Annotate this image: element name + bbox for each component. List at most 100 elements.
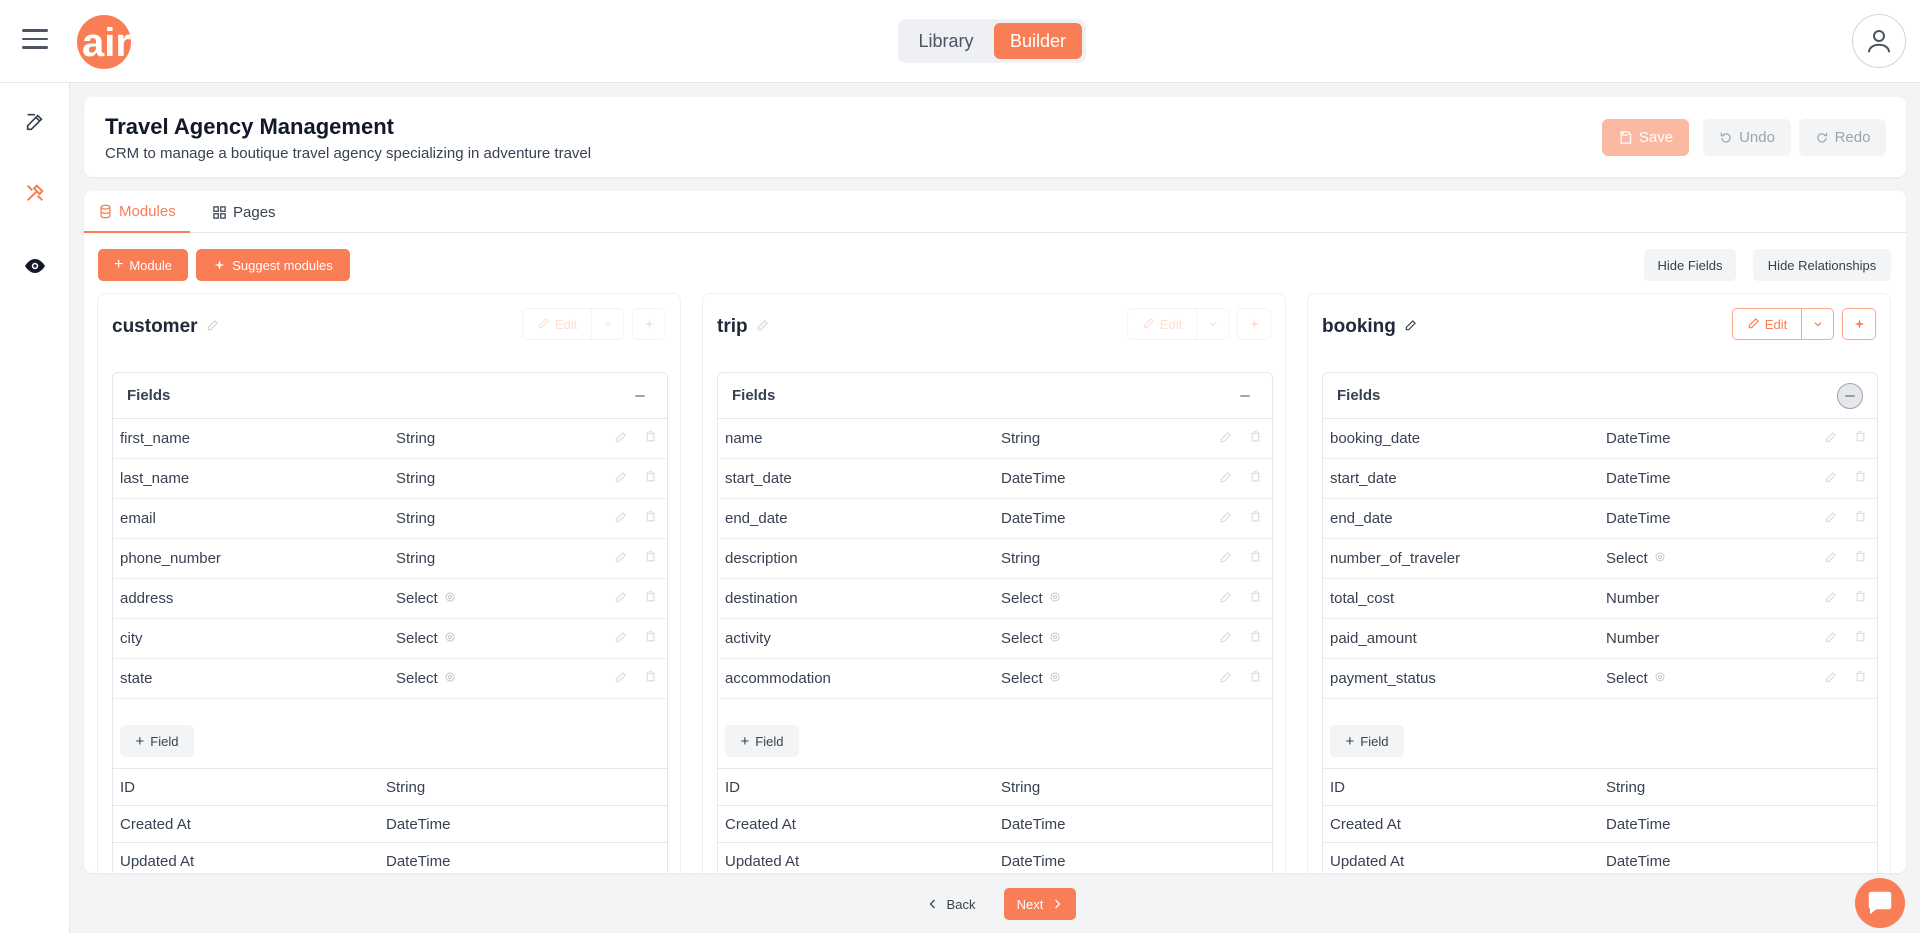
edit-field-icon[interactable] bbox=[1824, 430, 1838, 448]
delete-field-icon[interactable] bbox=[644, 510, 657, 528]
chevron-down-icon[interactable] bbox=[1196, 309, 1228, 339]
edit-field-icon[interactable] bbox=[1824, 470, 1838, 488]
builder-tab[interactable]: Builder bbox=[994, 23, 1082, 59]
delete-field-icon[interactable] bbox=[1249, 670, 1262, 688]
delete-field-icon[interactable] bbox=[1249, 590, 1262, 608]
delete-field-icon[interactable] bbox=[1854, 630, 1867, 648]
options-gear-icon[interactable] bbox=[444, 630, 456, 647]
edit-field-icon[interactable] bbox=[614, 510, 628, 528]
collapse-minus-icon[interactable] bbox=[1232, 383, 1258, 409]
field-row[interactable]: accommodation Select bbox=[718, 659, 1272, 699]
field-row[interactable]: booking_date DateTime bbox=[1323, 419, 1877, 459]
options-gear-icon[interactable] bbox=[444, 590, 456, 607]
edit-field-icon[interactable] bbox=[1219, 630, 1233, 648]
field-row[interactable]: phone_number String bbox=[113, 539, 667, 579]
delete-field-icon[interactable] bbox=[644, 430, 657, 448]
field-row[interactable]: paid_amount Number bbox=[1323, 619, 1877, 659]
options-gear-icon[interactable] bbox=[1654, 550, 1666, 567]
chevron-down-icon[interactable] bbox=[1801, 309, 1833, 339]
delete-field-icon[interactable] bbox=[1854, 590, 1867, 608]
edit-field-icon[interactable] bbox=[1824, 630, 1838, 648]
undo-button[interactable]: Undo bbox=[1703, 119, 1791, 156]
library-tab[interactable]: Library bbox=[902, 23, 990, 59]
field-row[interactable]: name String bbox=[718, 419, 1272, 459]
back-button[interactable]: Back bbox=[916, 888, 986, 920]
delete-field-icon[interactable] bbox=[644, 630, 657, 648]
edit-field-icon[interactable] bbox=[1219, 510, 1233, 528]
edit-field-icon[interactable] bbox=[614, 630, 628, 648]
ai-sparkle-icon[interactable] bbox=[1237, 308, 1271, 340]
edit-field-icon[interactable] bbox=[1219, 470, 1233, 488]
edit-field-icon[interactable] bbox=[1219, 590, 1233, 608]
edit-module-button[interactable]: Edit bbox=[1733, 309, 1801, 339]
edit-field-icon[interactable] bbox=[614, 550, 628, 568]
edit-field-icon[interactable] bbox=[1219, 550, 1233, 568]
options-gear-icon[interactable] bbox=[1049, 670, 1061, 687]
field-row[interactable]: transportation Select bbox=[718, 699, 1272, 707]
field-row[interactable]: special_request String bbox=[1323, 699, 1877, 707]
add-module-button[interactable]: + Module bbox=[98, 249, 188, 281]
ai-sparkle-icon[interactable] bbox=[1842, 308, 1876, 340]
field-row[interactable]: destination Select bbox=[718, 579, 1272, 619]
field-row[interactable]: state Select bbox=[113, 659, 667, 699]
hide-relationships-button[interactable]: Hide Relationships bbox=[1753, 249, 1891, 281]
delete-field-icon[interactable] bbox=[1854, 510, 1867, 528]
field-row[interactable]: first_name String bbox=[113, 419, 667, 459]
edit-field-icon[interactable] bbox=[1824, 590, 1838, 608]
delete-field-icon[interactable] bbox=[1249, 510, 1262, 528]
options-gear-icon[interactable] bbox=[1049, 630, 1061, 647]
rename-pencil-icon[interactable] bbox=[756, 316, 770, 338]
edit-field-icon[interactable] bbox=[1824, 670, 1838, 688]
delete-field-icon[interactable] bbox=[1249, 630, 1262, 648]
field-row[interactable]: number_of_traveler Select bbox=[1323, 539, 1877, 579]
ai-sparkle-icon[interactable] bbox=[632, 308, 666, 340]
field-row[interactable]: payment_status Select bbox=[1323, 659, 1877, 699]
options-gear-icon[interactable] bbox=[444, 670, 456, 687]
chat-button[interactable] bbox=[1855, 878, 1905, 928]
edit-module-button[interactable]: Edit bbox=[1128, 309, 1196, 339]
field-row[interactable]: email String bbox=[113, 499, 667, 539]
edit-module-button[interactable]: Edit bbox=[523, 309, 591, 339]
hide-fields-button[interactable]: Hide Fields bbox=[1644, 249, 1736, 281]
edit-field-icon[interactable] bbox=[614, 470, 628, 488]
options-gear-icon[interactable] bbox=[1049, 590, 1061, 607]
suggest-modules-button[interactable]: Suggest modules bbox=[196, 249, 350, 281]
edit-field-icon[interactable] bbox=[614, 670, 628, 688]
chevron-down-icon[interactable] bbox=[591, 309, 623, 339]
delete-field-icon[interactable] bbox=[1249, 550, 1262, 568]
add-field-button[interactable]: + Field bbox=[1330, 725, 1404, 757]
edit-field-icon[interactable] bbox=[1219, 670, 1233, 688]
delete-field-icon[interactable] bbox=[644, 670, 657, 688]
eye-icon[interactable] bbox=[22, 253, 48, 279]
aire-logo[interactable]: aire bbox=[76, 12, 186, 72]
collapse-minus-icon[interactable] bbox=[1837, 382, 1863, 409]
options-gear-icon[interactable] bbox=[1654, 670, 1666, 687]
edit-icon[interactable] bbox=[22, 109, 48, 135]
tab-pages[interactable]: Pages bbox=[198, 191, 290, 233]
field-row[interactable]: address Select bbox=[113, 579, 667, 619]
field-row[interactable]: end_date DateTime bbox=[1323, 499, 1877, 539]
delete-field-icon[interactable] bbox=[1854, 470, 1867, 488]
delete-field-icon[interactable] bbox=[644, 550, 657, 568]
field-row[interactable]: city Select bbox=[113, 619, 667, 659]
tools-icon[interactable] bbox=[22, 180, 48, 206]
delete-field-icon[interactable] bbox=[1249, 470, 1262, 488]
delete-field-icon[interactable] bbox=[1854, 550, 1867, 568]
field-row[interactable]: end_date DateTime bbox=[718, 499, 1272, 539]
rename-pencil-icon[interactable] bbox=[206, 316, 220, 338]
field-row[interactable]: start_date DateTime bbox=[1323, 459, 1877, 499]
save-button[interactable]: Save bbox=[1602, 119, 1689, 156]
field-row[interactable]: country Select bbox=[113, 699, 667, 707]
collapse-minus-icon[interactable] bbox=[627, 383, 653, 409]
field-row[interactable]: description String bbox=[718, 539, 1272, 579]
rename-pencil-icon[interactable] bbox=[1404, 316, 1418, 338]
user-menu-button[interactable] bbox=[1852, 14, 1906, 68]
delete-field-icon[interactable] bbox=[644, 470, 657, 488]
redo-button[interactable]: Redo bbox=[1799, 119, 1886, 156]
edit-field-icon[interactable] bbox=[1824, 550, 1838, 568]
field-row[interactable]: last_name String bbox=[113, 459, 667, 499]
edit-field-icon[interactable] bbox=[1824, 510, 1838, 528]
delete-field-icon[interactable] bbox=[1854, 670, 1867, 688]
hamburger-icon[interactable] bbox=[22, 29, 48, 53]
field-row[interactable]: total_cost Number bbox=[1323, 579, 1877, 619]
